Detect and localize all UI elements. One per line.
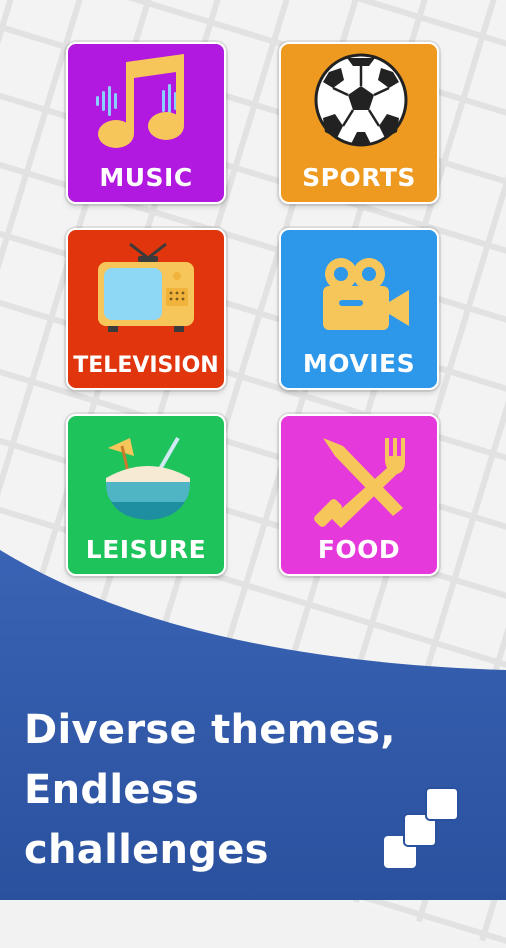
- stacked-squares-logo: [384, 787, 459, 868]
- theme-tile-music[interactable]: MUSIC: [66, 42, 226, 204]
- headline-line-1: Diverse themes,: [24, 707, 396, 753]
- theme-label: MUSIC: [99, 163, 193, 192]
- theme-label: MOVIES: [302, 349, 416, 378]
- headline: Diverse themes, Endless challenges: [24, 700, 396, 880]
- theme-tile-movies[interactable]: MOVIES: [279, 228, 439, 390]
- headline-line-3: challenges: [24, 827, 269, 873]
- theme-label: SPORTS: [302, 163, 416, 192]
- headline-line-2: Endless: [24, 767, 199, 813]
- theme-tile-sports[interactable]: SPORTS: [279, 42, 439, 204]
- theme-tile-television[interactable]: TELEVISION: [66, 228, 226, 390]
- theme-label: TELEVISION: [73, 353, 219, 378]
